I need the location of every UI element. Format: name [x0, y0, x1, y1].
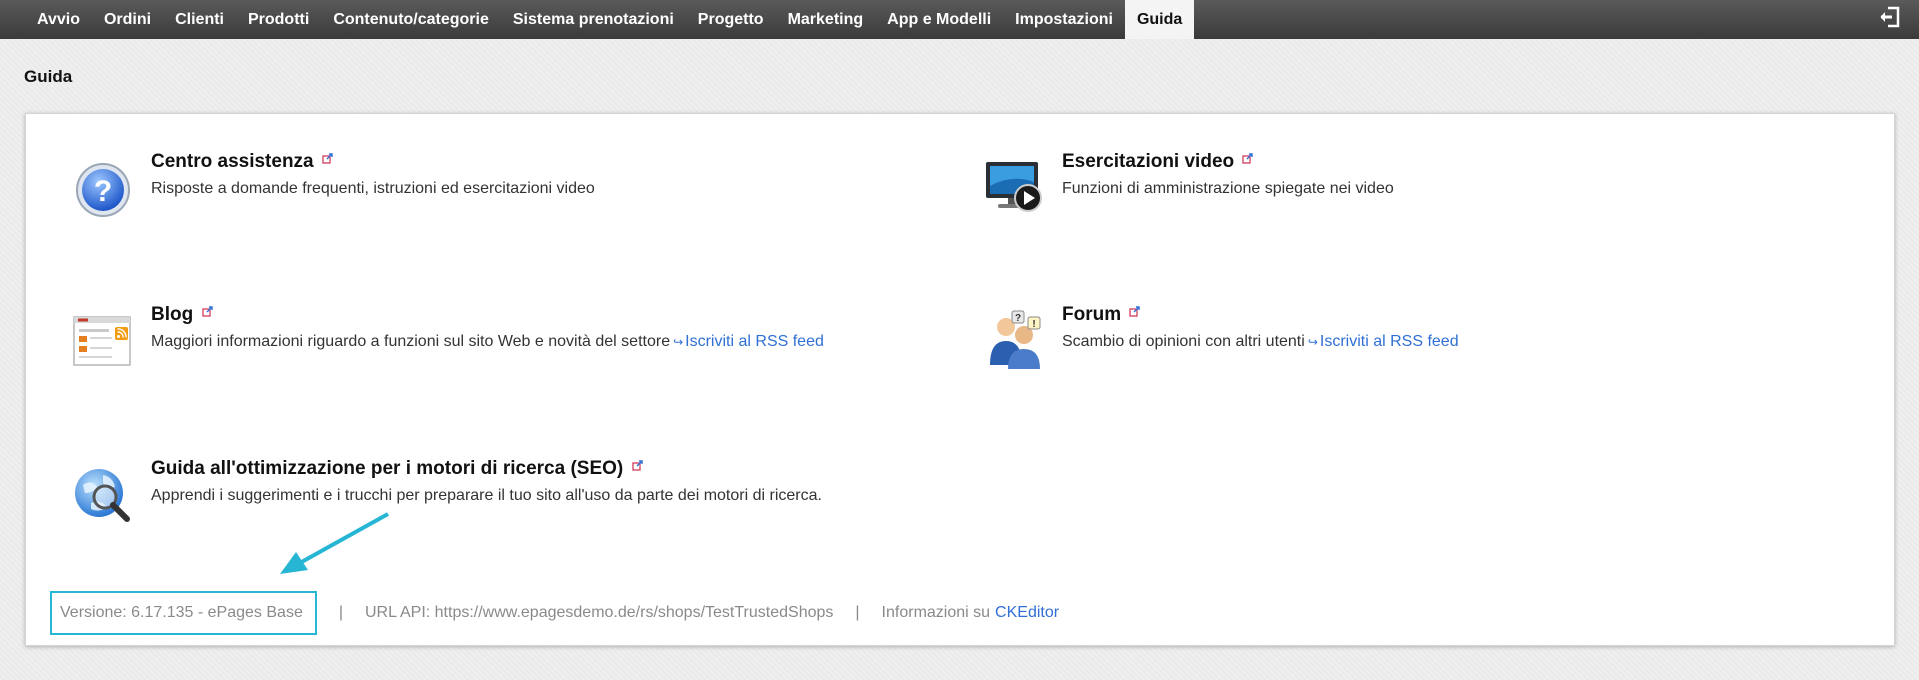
arrow-right-icon: ↪ — [673, 335, 684, 349]
forum-title: Forum — [1062, 304, 1122, 325]
video-title: Esercitazioni video — [1062, 151, 1235, 172]
nav-item-app-e-modelli[interactable]: App e Modelli — [875, 0, 1003, 39]
svg-text:?: ? — [1015, 313, 1021, 324]
page-title: Guida — [24, 67, 73, 86]
svg-text:?: ? — [94, 175, 112, 208]
footer-separator: | — [338, 604, 343, 621]
version-highlight-box: Versione: 6.17.135 - ePages Base — [50, 591, 317, 635]
nav-item-guida[interactable]: Guida — [1124, 0, 1195, 39]
help-center-description: Risposte a domande frequenti, istruzioni… — [151, 180, 595, 197]
footer: Versione: 6.17.135 - ePages Base | URL A… — [50, 591, 1880, 635]
blog-title: Blog — [151, 304, 194, 325]
footer-separator: | — [855, 604, 860, 621]
blog-description: Maggiori informazioni riguardo a funzion… — [151, 333, 824, 351]
nav-item-contenuto-categorie[interactable]: Contenuto/categorie — [321, 0, 501, 39]
help-center-title: Centro assistenza — [151, 151, 314, 172]
blog-link[interactable]: Blog — [151, 304, 213, 326]
forum-description: Scambio di opinioni con altri utenti ↪ Isc… — [1062, 333, 1459, 351]
nav-item-avvio[interactable]: Avvio — [25, 0, 92, 39]
top-navigation: Avvio Ordini Clienti Prodotti Contenuto/… — [0, 0, 1919, 39]
svg-text:!: ! — [1032, 319, 1035, 330]
blog-description-text: Maggiori informazioni riguardo a funzion… — [151, 333, 671, 350]
external-link-icon — [322, 153, 333, 164]
video-monitor-icon[interactable] — [982, 156, 1046, 220]
api-url-text: URL API: https://www.epagesdemo.de/rs/sh… — [365, 604, 834, 621]
logout-icon[interactable] — [1879, 6, 1901, 28]
seo-description: Apprendi i suggerimenti e i trucchi per … — [151, 487, 822, 504]
external-link-icon — [1129, 306, 1141, 317]
seo-link[interactable]: Guida all'ottimizzazione per i motori di… — [151, 458, 643, 480]
external-link-icon — [631, 460, 643, 471]
info-prefix-text: Informazioni su — [881, 604, 991, 621]
nav-item-progetto[interactable]: Progetto — [686, 0, 776, 39]
ckeditor-link[interactable]: CKEditor — [995, 604, 1059, 622]
forum-description-text: Scambio di opinioni con altri utenti — [1062, 333, 1305, 350]
help-question-icon[interactable]: ? — [71, 156, 135, 220]
blog-rss-link[interactable]: Iscriviti al RSS feed — [685, 333, 824, 350]
nav-item-ordini[interactable]: Ordini — [92, 0, 163, 39]
nav-item-prodotti[interactable]: Prodotti — [236, 0, 321, 39]
seo-globe-magnifier-icon[interactable] — [71, 463, 135, 527]
annotation-arrow-icon — [280, 512, 389, 574]
nav-item-impostazioni[interactable]: Impostazioni — [1003, 0, 1125, 39]
forum-rss-link[interactable]: Iscriviti al RSS feed — [1320, 333, 1459, 350]
seo-title: Guida all'ottimizzazione per i motori di… — [151, 458, 624, 479]
blog-rss-icon[interactable] — [71, 309, 135, 373]
arrow-right-icon: ↪ — [1307, 335, 1318, 349]
nav-item-sistema-prenotazioni[interactable]: Sistema prenotazioni — [501, 0, 686, 39]
nav-item-clienti[interactable]: Clienti — [163, 0, 236, 39]
version-text: Versione: 6.17.135 - ePages Base — [60, 604, 303, 621]
external-link-icon — [1242, 153, 1254, 164]
external-link-icon — [201, 306, 213, 317]
video-description: Funzioni di amministrazione spiegate nei… — [1062, 180, 1394, 197]
help-center-link[interactable]: Centro assistenza — [151, 151, 333, 173]
forum-users-icon[interactable]: ? ! — [982, 309, 1046, 373]
video-link[interactable]: Esercitazioni video — [1062, 151, 1254, 173]
forum-link[interactable]: Forum — [1062, 304, 1141, 326]
nav-item-marketing[interactable]: Marketing — [776, 0, 876, 39]
